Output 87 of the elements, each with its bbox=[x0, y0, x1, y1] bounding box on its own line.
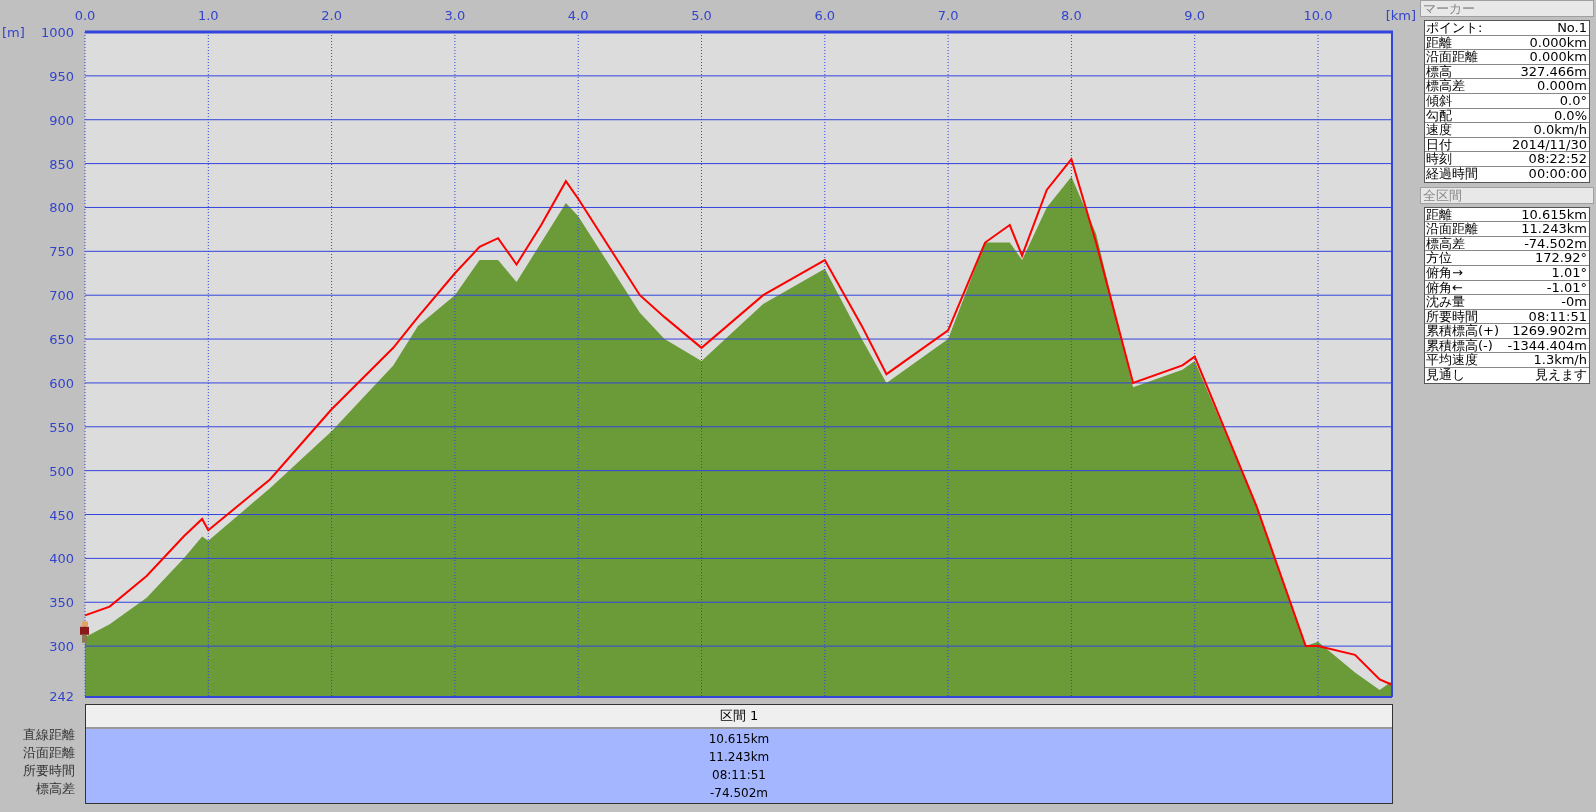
y-tick-label: 500 bbox=[49, 463, 74, 479]
property-value: 00:00:00 bbox=[1528, 166, 1588, 182]
property-label: 平均速度 bbox=[1425, 353, 1478, 368]
property-label: 標高差 bbox=[1425, 236, 1465, 251]
property-value: 08:11:51 bbox=[1528, 309, 1588, 324]
property-value: No.1 bbox=[1557, 21, 1588, 35]
property-value: 0.0° bbox=[1559, 93, 1588, 108]
y-tick-label: 350 bbox=[49, 595, 74, 611]
property-value: 見えます bbox=[1535, 368, 1588, 383]
property-label: 勾配 bbox=[1425, 108, 1452, 123]
x-tick-label: 6.0 bbox=[814, 8, 836, 23]
property-label: 沿面距離 bbox=[1425, 50, 1478, 64]
y-tick-label: 650 bbox=[49, 332, 74, 348]
y-tick-label: 300 bbox=[49, 639, 74, 655]
x-tick-label: 10.0 bbox=[1303, 8, 1333, 23]
property-value: 1269.902m bbox=[1512, 324, 1588, 338]
x-tick-label: 5.0 bbox=[691, 8, 712, 23]
x-tick-label: 2.0 bbox=[321, 8, 342, 23]
property-label: 見通し bbox=[1425, 368, 1465, 383]
y-tick-label: 242 bbox=[49, 689, 74, 704]
property-label: 累積標高(+) bbox=[1425, 324, 1500, 338]
property-value: 11.243km bbox=[1521, 222, 1588, 236]
property-label: 沈み量 bbox=[1425, 295, 1465, 309]
property-label: 距離 bbox=[1425, 35, 1452, 50]
y-tick-label: 600 bbox=[49, 375, 74, 391]
row-label: 標高差 bbox=[36, 780, 75, 798]
x-axis-unit: [km] bbox=[1385, 8, 1416, 23]
property-label: 速度 bbox=[1425, 123, 1452, 137]
property-value: 10.615km bbox=[1521, 207, 1588, 222]
property-value: -1344.404m bbox=[1507, 338, 1588, 353]
y-tick-label: 450 bbox=[49, 507, 74, 523]
panel-header[interactable]: マーカー bbox=[1420, 0, 1594, 17]
property-value: 08:22:52 bbox=[1528, 152, 1588, 166]
property-value: 0.000m bbox=[1537, 79, 1588, 93]
section-value: 10.615km bbox=[707, 731, 771, 748]
section-value: 08:11:51 bbox=[711, 767, 767, 784]
y-tick-label: 700 bbox=[49, 288, 74, 304]
y-tick-label: 850 bbox=[49, 156, 74, 172]
property-label: 時刻 bbox=[1425, 152, 1452, 166]
panel-header[interactable]: 全区間 bbox=[1420, 186, 1594, 204]
property-label: 日付 bbox=[1425, 137, 1452, 152]
property-value: 327.466m bbox=[1520, 64, 1588, 79]
x-tick-label: 7.0 bbox=[937, 8, 959, 23]
property-value: -1.01° bbox=[1546, 280, 1588, 295]
property-label: 経過時間 bbox=[1425, 166, 1478, 182]
property-value: 0.000km bbox=[1529, 50, 1588, 64]
y-tick-label: 800 bbox=[49, 200, 74, 216]
property-value: -0m bbox=[1561, 295, 1588, 309]
property-label: 俯角→ bbox=[1425, 265, 1463, 280]
property-value: 2014/11/30 bbox=[1512, 137, 1588, 152]
y-tick-label: 1000 bbox=[40, 25, 74, 40]
x-tick-label: 1.0 bbox=[197, 8, 219, 23]
property-label: ポイント: bbox=[1425, 21, 1483, 35]
property-value: 0.0km/h bbox=[1533, 123, 1588, 137]
x-tick-label: 0.0 bbox=[74, 8, 96, 23]
property-label: 方位 bbox=[1425, 251, 1452, 265]
section-value: 11.243km bbox=[707, 749, 771, 766]
y-tick-label: 950 bbox=[49, 68, 74, 84]
property-label: 累積標高(-) bbox=[1425, 338, 1493, 353]
property-label: 距離 bbox=[1425, 207, 1452, 222]
property-label: 標高 bbox=[1425, 64, 1452, 79]
property-value: 0.0% bbox=[1553, 108, 1588, 123]
x-tick-label: 8.0 bbox=[1061, 8, 1082, 23]
property-label: 所要時間 bbox=[1425, 309, 1478, 324]
x-tick-label: 9.0 bbox=[1184, 8, 1206, 23]
y-tick-label: 750 bbox=[49, 244, 74, 260]
y-axis-unit: [m] bbox=[2, 25, 25, 40]
row-label: 所要時間 bbox=[23, 762, 75, 780]
property-value: 1.3km/h bbox=[1533, 353, 1588, 368]
row-label: 直線距離 bbox=[23, 726, 75, 744]
row-label: 沿面距離 bbox=[23, 744, 75, 762]
y-tick-label: 400 bbox=[49, 551, 74, 567]
x-tick-label: 3.0 bbox=[444, 8, 466, 23]
property-value: 0.000km bbox=[1529, 35, 1588, 50]
property-label: 傾斜 bbox=[1425, 93, 1452, 108]
hiker-icon bbox=[80, 621, 89, 643]
section-header: 区間 1 bbox=[86, 705, 1392, 729]
property-value: -74.502m bbox=[1524, 236, 1588, 251]
property-label: 標高差 bbox=[1425, 79, 1465, 93]
section-value: -74.502m bbox=[709, 785, 769, 802]
x-tick-label: 4.0 bbox=[567, 8, 589, 23]
property-value: 172.92° bbox=[1535, 251, 1588, 265]
property-label: 俯角← bbox=[1425, 280, 1463, 295]
y-tick-label: 550 bbox=[49, 419, 74, 435]
property-label: 沿面距離 bbox=[1425, 222, 1478, 236]
y-tick-label: 900 bbox=[49, 112, 74, 128]
property-value: 1.01° bbox=[1551, 265, 1588, 280]
